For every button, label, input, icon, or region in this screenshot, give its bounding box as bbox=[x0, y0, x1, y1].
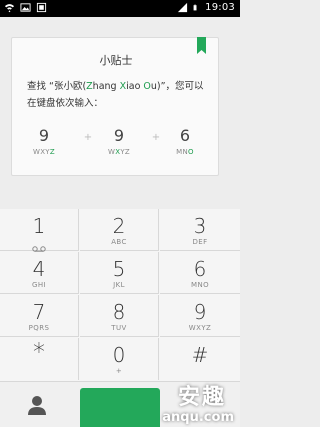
key-0[interactable]: 0 + bbox=[80, 338, 159, 380]
status-bar: 19:03 bbox=[0, 0, 240, 17]
combo-digit-1: 9 WXYZ bbox=[32, 126, 55, 157]
plus-sign: + bbox=[83, 132, 93, 143]
tip-card: 小贴士 查找 “张小欧(Zhang Xiao Ou)”，您可以在键盘依次输入： … bbox=[11, 37, 219, 176]
tip-title: 小贴士 bbox=[99, 54, 133, 67]
key-2[interactable]: 2 ABC bbox=[80, 209, 159, 251]
key-hash[interactable]: # bbox=[160, 338, 240, 380]
tip-text: 查找 “张小欧(Zhang Xiao Ou)”，您可以在键盘依次输入： bbox=[27, 81, 204, 109]
plus-sign: + bbox=[151, 132, 161, 143]
watermark-logo: 安趣 anqu.com bbox=[162, 385, 234, 425]
key-5[interactable]: 5 JKL bbox=[80, 252, 159, 294]
key-4[interactable]: 4 GHI bbox=[0, 252, 79, 294]
image-notification-icon bbox=[20, 3, 31, 12]
dial-keypad: 1 2 ABC 3 DEF 4 GHI 5 JKL 6 MNO 7 PQRS 8 TUV 9W… bbox=[0, 209, 240, 381]
clock: 19:03 bbox=[205, 2, 235, 13]
battery-icon bbox=[193, 4, 197, 11]
key-6[interactable]: 6 MNO bbox=[160, 252, 240, 294]
key-3[interactable]: 3 DEF bbox=[160, 209, 240, 251]
key-star[interactable]: * bbox=[0, 338, 79, 380]
key-7[interactable]: 7 PQRS bbox=[0, 295, 79, 337]
combo-digit-3: 6 MNO bbox=[176, 126, 194, 157]
wifi-icon bbox=[4, 4, 15, 13]
screenshot-notification-icon bbox=[36, 2, 47, 13]
call-button[interactable] bbox=[80, 388, 160, 427]
contacts-icon[interactable] bbox=[26, 394, 48, 416]
key-1[interactable]: 1 bbox=[0, 209, 79, 252]
key-8[interactable]: 8 TUV bbox=[80, 295, 159, 337]
bottom-bar: 安趣 anqu.com bbox=[0, 381, 240, 427]
key-9[interactable]: 9 WXYZ bbox=[160, 295, 240, 337]
combo-digit-2: 9 WXYZ bbox=[107, 126, 130, 157]
signal-icon bbox=[178, 2, 188, 13]
